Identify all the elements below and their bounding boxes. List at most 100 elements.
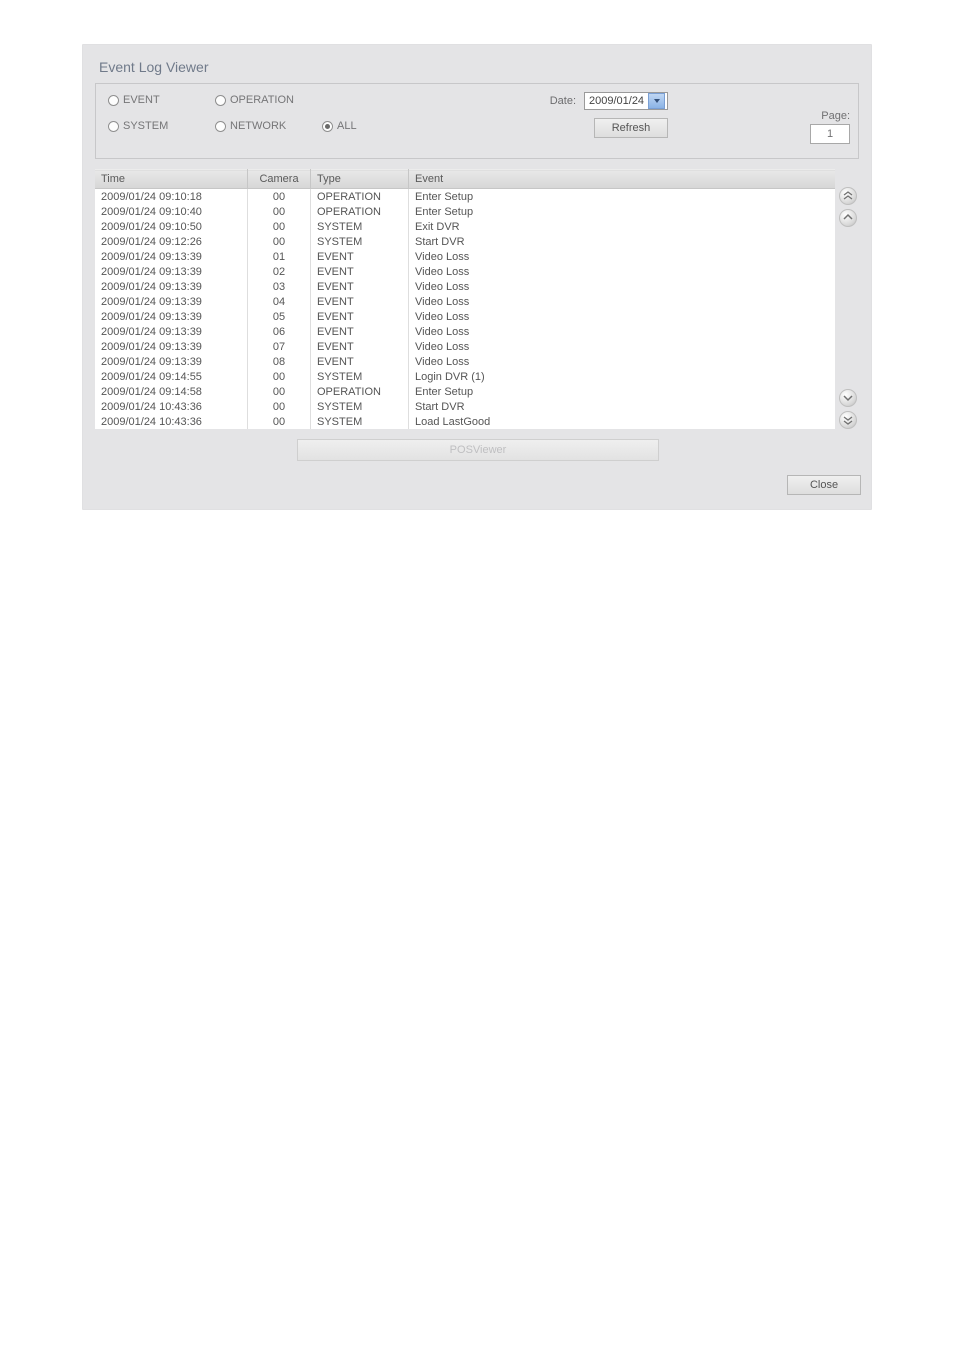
- page-number: 1: [827, 128, 833, 140]
- cell-camera: 04: [248, 294, 311, 309]
- cell-event: Video Loss: [409, 309, 836, 324]
- scroll-down-button[interactable]: [839, 389, 857, 407]
- up-icon: [843, 213, 853, 223]
- filter-box: EVENT OPERATION SYSTEM NETWORK ALL: [95, 83, 859, 159]
- cell-type: SYSTEM: [311, 399, 409, 414]
- cell-time: 2009/01/24 09:12:26: [95, 234, 248, 249]
- cell-type: SYSTEM: [311, 369, 409, 384]
- table-row[interactable]: 2009/01/24 09:13:3901EVENTVideo Loss: [95, 249, 835, 264]
- scroll-bottom-button[interactable]: [839, 411, 857, 429]
- date-label: Date:: [550, 95, 576, 107]
- table-row[interactable]: 2009/01/24 09:13:3902EVENTVideo Loss: [95, 264, 835, 279]
- table-row[interactable]: 2009/01/24 09:13:3907EVENTVideo Loss: [95, 339, 835, 354]
- col-header-camera[interactable]: Camera: [248, 170, 311, 189]
- cell-event: Enter Setup: [409, 189, 836, 205]
- radio-label: ALL: [337, 120, 357, 132]
- double-up-icon: [843, 191, 853, 201]
- table-row[interactable]: 2009/01/24 10:43:3600SYSTEMLoad LastGood: [95, 414, 835, 429]
- cell-time: 2009/01/24 09:10:40: [95, 204, 248, 219]
- table-row[interactable]: 2009/01/24 09:13:3903EVENTVideo Loss: [95, 279, 835, 294]
- cell-time: 2009/01/24 09:13:39: [95, 339, 248, 354]
- cell-event: Video Loss: [409, 294, 836, 309]
- table-header-row: Time Camera Type Event: [95, 170, 835, 189]
- date-value: 2009/01/24: [589, 95, 644, 107]
- cell-event: Exit DVR: [409, 219, 836, 234]
- radio-network[interactable]: NETWORK: [215, 120, 320, 132]
- date-dropdown[interactable]: 2009/01/24: [584, 92, 668, 110]
- down-icon: [843, 393, 853, 403]
- cell-time: 2009/01/24 09:13:39: [95, 294, 248, 309]
- cell-event: Video Loss: [409, 279, 836, 294]
- cell-camera: 06: [248, 324, 311, 339]
- cell-event: Enter Setup: [409, 204, 836, 219]
- col-header-time[interactable]: Time: [95, 170, 248, 189]
- radio-icon: [108, 95, 119, 106]
- scroll-up-button[interactable]: [839, 209, 857, 227]
- radio-system[interactable]: SYSTEM: [108, 120, 213, 132]
- cell-type: OPERATION: [311, 189, 409, 205]
- cell-type: OPERATION: [311, 384, 409, 399]
- cell-event: Video Loss: [409, 354, 836, 369]
- cell-camera: 02: [248, 264, 311, 279]
- table-row[interactable]: 2009/01/24 09:10:1800OPERATIONEnter Setu…: [95, 189, 835, 205]
- cell-camera: 00: [248, 204, 311, 219]
- radio-operation[interactable]: OPERATION: [215, 94, 320, 106]
- cell-time: 2009/01/24 09:13:39: [95, 309, 248, 324]
- log-table: Time Camera Type Event 2009/01/24 09:10:…: [95, 169, 835, 429]
- chevron-down-icon: [648, 93, 665, 109]
- table-row[interactable]: 2009/01/24 09:13:3906EVENTVideo Loss: [95, 324, 835, 339]
- radio-event[interactable]: EVENT: [108, 94, 213, 106]
- close-label: Close: [810, 479, 838, 491]
- close-button[interactable]: Close: [787, 475, 861, 495]
- radio-icon: [215, 95, 226, 106]
- refresh-button[interactable]: Refresh: [594, 118, 668, 138]
- cell-event: Start DVR: [409, 399, 836, 414]
- cell-camera: 00: [248, 399, 311, 414]
- cell-type: SYSTEM: [311, 414, 409, 429]
- posviewer-button[interactable]: POSViewer: [297, 439, 659, 461]
- cell-time: 2009/01/24 09:10:50: [95, 219, 248, 234]
- table-row[interactable]: 2009/01/24 09:13:3908EVENTVideo Loss: [95, 354, 835, 369]
- col-header-type[interactable]: Type: [311, 170, 409, 189]
- table-row[interactable]: 2009/01/24 09:14:5800OPERATIONEnter Setu…: [95, 384, 835, 399]
- radio-label: SYSTEM: [123, 120, 168, 132]
- cell-event: Start DVR: [409, 234, 836, 249]
- cell-camera: 08: [248, 354, 311, 369]
- cell-time: 2009/01/24 09:13:39: [95, 249, 248, 264]
- cell-type: EVENT: [311, 279, 409, 294]
- radio-all[interactable]: ALL: [322, 120, 402, 132]
- table-row[interactable]: 2009/01/24 09:10:5000SYSTEMExit DVR: [95, 219, 835, 234]
- radio-label: OPERATION: [230, 94, 294, 106]
- panel-title: Event Log Viewer: [99, 59, 861, 75]
- radio-icon: [322, 121, 333, 132]
- posviewer-label: POSViewer: [450, 444, 507, 456]
- page-number-box[interactable]: 1: [810, 124, 850, 144]
- scroll-top-button[interactable]: [839, 187, 857, 205]
- cell-time: 2009/01/24 10:43:36: [95, 399, 248, 414]
- radio-label: NETWORK: [230, 120, 286, 132]
- cell-event: Login DVR (1): [409, 369, 836, 384]
- event-log-panel: Event Log Viewer EVENT OPERATION SYSTEM: [82, 44, 872, 510]
- cell-camera: 00: [248, 219, 311, 234]
- table-row[interactable]: 2009/01/24 09:14:5500SYSTEMLogin DVR (1): [95, 369, 835, 384]
- cell-camera: 03: [248, 279, 311, 294]
- col-header-event[interactable]: Event: [409, 170, 836, 189]
- cell-time: 2009/01/24 09:13:39: [95, 324, 248, 339]
- table-row[interactable]: 2009/01/24 09:12:2600SYSTEMStart DVR: [95, 234, 835, 249]
- table-row[interactable]: 2009/01/24 09:10:4000OPERATIONEnter Setu…: [95, 204, 835, 219]
- cell-type: EVENT: [311, 294, 409, 309]
- cell-type: EVENT: [311, 339, 409, 354]
- table-row[interactable]: 2009/01/24 09:13:3904EVENTVideo Loss: [95, 294, 835, 309]
- cell-camera: 07: [248, 339, 311, 354]
- table-row[interactable]: 2009/01/24 09:13:3905EVENTVideo Loss: [95, 309, 835, 324]
- cell-camera: 00: [248, 384, 311, 399]
- cell-type: EVENT: [311, 264, 409, 279]
- cell-type: EVENT: [311, 309, 409, 324]
- radio-icon: [215, 121, 226, 132]
- cell-event: Video Loss: [409, 339, 836, 354]
- cell-type: OPERATION: [311, 204, 409, 219]
- cell-camera: 00: [248, 414, 311, 429]
- cell-time: 2009/01/24 10:43:36: [95, 414, 248, 429]
- table-row[interactable]: 2009/01/24 10:43:3600SYSTEMStart DVR: [95, 399, 835, 414]
- cell-time: 2009/01/24 09:13:39: [95, 279, 248, 294]
